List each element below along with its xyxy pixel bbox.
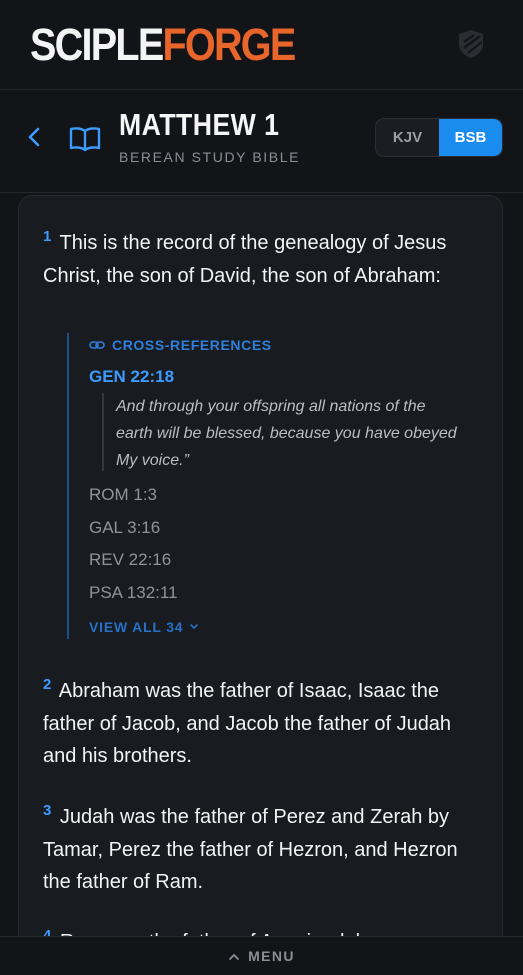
menu-button[interactable]: MENU — [0, 936, 523, 975]
chapter-title: MATTHEW 1 — [119, 107, 280, 142]
verse-number: 2 — [43, 676, 52, 694]
verse-text: Abraham was the father of Isaac, Isaac t… — [43, 680, 452, 767]
cross-reference-item[interactable]: GAL 3:16 — [89, 518, 160, 538]
translation-toggle: KJV BSB — [375, 118, 503, 157]
verse-text: Judah was the father of Perez and Zerah … — [43, 806, 458, 893]
chevron-up-icon — [229, 953, 239, 960]
app-root: SCIPLEFORGE MATTHEW 1 BEREAN STUDY BIBLE… — [0, 0, 523, 975]
shield-icon[interactable] — [453, 26, 489, 62]
verse-1[interactable]: 1 This is the record of the genealogy of… — [43, 227, 483, 292]
toggle-bsb[interactable]: BSB — [439, 119, 502, 156]
logo-orange-part: FORGE — [162, 19, 296, 70]
reading-card: 1 This is the record of the genealogy of… — [18, 195, 503, 975]
verse-3[interactable]: 3 Judah was the father of Perez and Zera… — [43, 801, 483, 899]
logo-white-part: SCIPLE — [30, 19, 164, 70]
verse-number: 1 — [43, 228, 52, 246]
cross-references-heading: CROSS-REFERENCES — [89, 337, 272, 353]
cross-references-panel: CROSS-REFERENCES GEN 22:18 And through y… — [67, 333, 467, 639]
open-book-icon[interactable] — [68, 124, 102, 152]
chapter-header: MATTHEW 1 BEREAN STUDY BIBLE KJV BSB — [0, 91, 523, 193]
top-bar: SCIPLEFORGE — [0, 0, 523, 90]
verse-number: 3 — [43, 802, 52, 820]
menu-label: MENU — [248, 948, 295, 964]
app-logo[interactable]: SCIPLEFORGE — [30, 19, 296, 70]
cross-reference-item[interactable]: REV 22:16 — [89, 550, 171, 570]
link-icon — [89, 341, 105, 349]
active-cross-reference[interactable]: GEN 22:18 — [89, 367, 174, 387]
verse-text: This is the record of the genealogy of J… — [43, 232, 447, 287]
cross-reference-item[interactable]: PSA 132:11 — [89, 583, 178, 603]
chevron-down-icon — [190, 624, 199, 630]
cross-reference-quote: And through your offspring all nations o… — [102, 393, 462, 471]
cross-reference-item[interactable]: ROM 1:3 — [89, 485, 157, 505]
verse-2[interactable]: 2 Abraham was the father of Isaac, Isaac… — [43, 675, 483, 773]
toggle-kjv[interactable]: KJV — [376, 119, 439, 156]
cross-references-label: CROSS-REFERENCES — [112, 337, 272, 353]
chevron-left-icon[interactable] — [22, 124, 48, 150]
view-all-button[interactable]: VIEW ALL 34 — [89, 619, 199, 635]
translation-name: BEREAN STUDY BIBLE — [119, 149, 301, 165]
view-all-label: VIEW ALL 34 — [89, 619, 184, 635]
